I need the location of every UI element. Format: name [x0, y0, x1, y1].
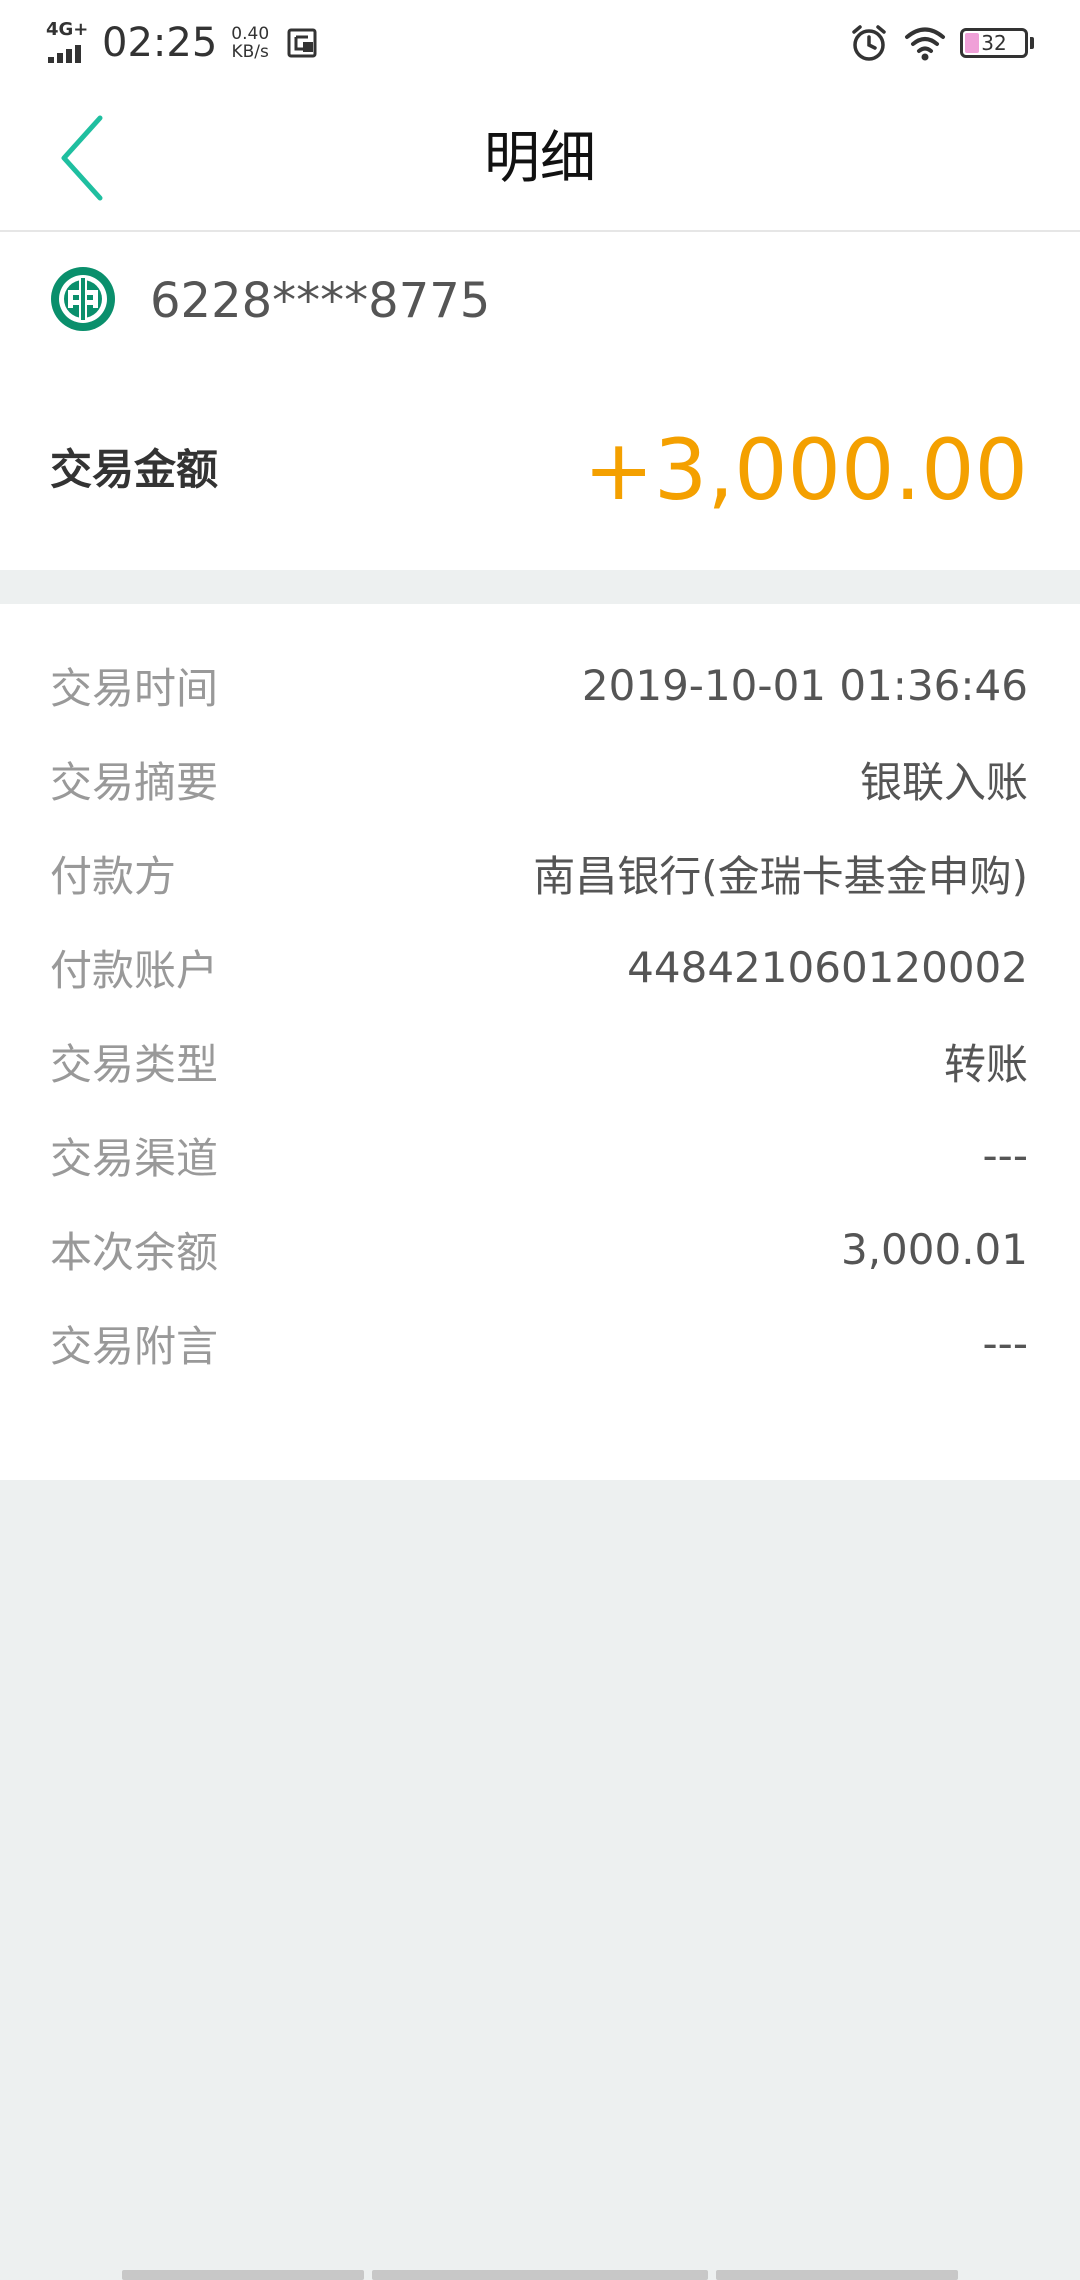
signal-icon: 4G+ [46, 21, 90, 65]
detail-row-note: 交易附言 --- [0, 1296, 1080, 1390]
amount-value: +3,000.00 [583, 421, 1028, 519]
clock: 02:25 [102, 20, 218, 66]
network-type: 4G+ [46, 19, 89, 40]
detail-label: 付款账户 [50, 945, 219, 995]
detail-label: 交易渠道 [50, 1133, 219, 1183]
detail-label: 交易摘要 [50, 757, 219, 807]
detail-value: 银联入账 [859, 757, 1028, 807]
network-speed-value: 0.40 [231, 24, 270, 44]
detail-label: 交易时间 [50, 663, 219, 713]
nav-hint-center [372, 2270, 708, 2280]
detail-row-payer: 付款方 南昌银行(金瑞卡基金申购) [0, 826, 1080, 920]
page-title: 明细 [484, 126, 596, 191]
detail-row-time: 交易时间 2019-10-01 01:36:46 [0, 638, 1080, 732]
detail-value: --- [982, 1130, 1028, 1180]
battery-icon: 32 [960, 28, 1028, 58]
amount-label: 交易金额 [50, 445, 219, 494]
network-speed: 0.40 KB/s [231, 25, 269, 61]
status-bar: 4G+ 02:25 0.40 KB/s 32 [0, 0, 1080, 86]
detail-label: 付款方 [50, 851, 177, 901]
transaction-summary: 6228****8775 交易金额 +3,000.00 [0, 232, 1080, 570]
detail-row-type: 交易类型 转账 [0, 1014, 1080, 1108]
detail-row-balance: 本次余额 3,000.01 [0, 1202, 1080, 1296]
wifi-icon [905, 27, 945, 61]
detail-label: 本次余额 [50, 1227, 219, 1277]
detail-value: --- [982, 1318, 1028, 1368]
detail-value: 3,000.01 [840, 1224, 1028, 1274]
detail-row-summary: 交易摘要 银联入账 [0, 732, 1080, 826]
battery-tip [1030, 37, 1034, 49]
transaction-details: 交易时间 2019-10-01 01:36:46 交易摘要 银联入账 付款方 南… [0, 604, 1080, 1480]
nav-hint-right [716, 2270, 958, 2280]
abc-bank-logo-icon [51, 267, 115, 331]
screenshot-icon [287, 28, 317, 58]
status-bar-left: 4G+ 02:25 0.40 KB/s [46, 18, 319, 68]
detail-label: 交易类型 [50, 1039, 219, 1089]
card-number: 6228****8775 [150, 273, 491, 329]
detail-label: 交易附言 [50, 1321, 219, 1371]
detail-row-payer-account: 付款账户 448421060120002 [0, 920, 1080, 1014]
network-speed-unit: KB/s [231, 42, 269, 62]
detail-value: 转账 [943, 1039, 1028, 1089]
status-bar-right: 32 [848, 18, 1034, 68]
alarm-icon [852, 25, 886, 61]
detail-value: 2019-10-01 01:36:46 [581, 660, 1028, 710]
detail-value: 南昌银行(金瑞卡基金申购) [533, 851, 1028, 901]
app-header: 明细 [0, 86, 1080, 232]
nav-hint-left [122, 2270, 364, 2280]
detail-value: 448421060120002 [627, 942, 1028, 992]
battery-level: 32 [981, 31, 1007, 55]
detail-row-channel: 交易渠道 --- [0, 1108, 1080, 1202]
